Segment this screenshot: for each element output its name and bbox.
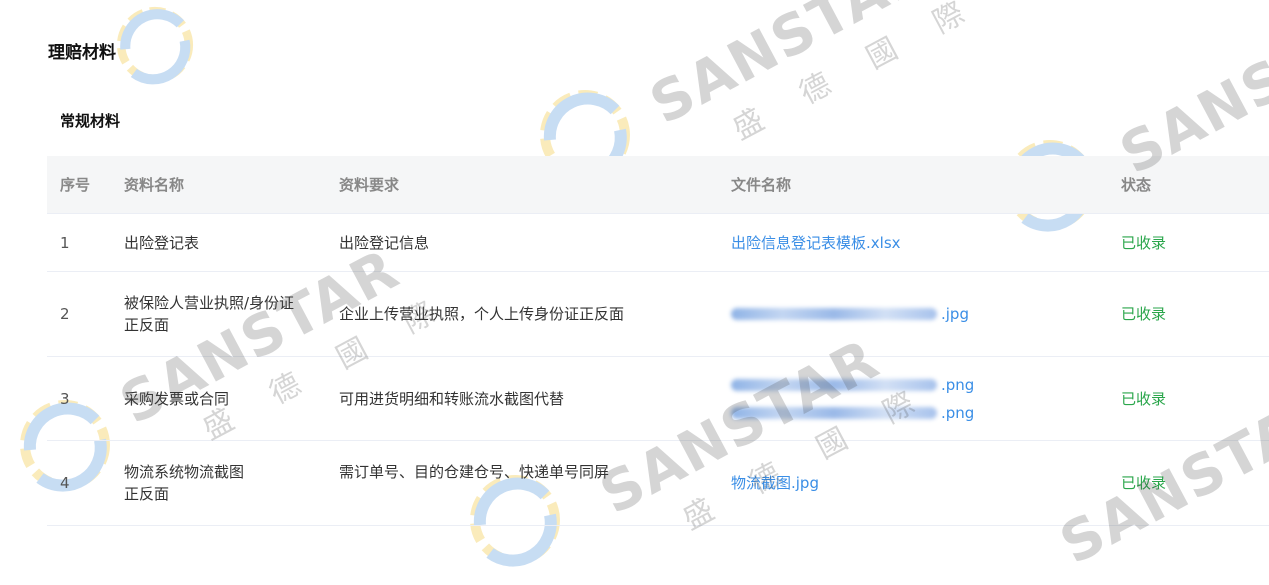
row-seq: 3 [60,389,70,408]
status-badge: 已收录 [1121,474,1167,492]
row-requirement: 企业上传营业执照，个人上传身份证正反面 [339,305,625,323]
redacted-filename [731,406,937,419]
sub-title: 常规材料 [60,112,121,130]
file-extension: .png [941,403,975,422]
table-row: 3 采购发票或合同 可用进货明细和转账流水截图代替 .png .png 已收录 [47,357,1269,441]
status-badge: 已收录 [1121,305,1167,323]
row-name-line: 被保险人营业执照/身份证 [124,294,295,312]
row-file: 物流截图.jpg [718,472,1108,494]
redacted-filename [731,378,937,391]
file-link[interactable]: .png [731,402,1108,424]
section-title: 理赔材料 [48,43,116,63]
header-seq: 序号 [60,175,91,194]
status-badge: 已收录 [1121,389,1167,408]
row-name-line: 正反面 [124,485,170,503]
row-name: 采购发票或合同 [111,388,326,410]
row-name-line: 出险登记表 [124,233,200,252]
row-name-line: 物流系统物流截图 [124,463,245,481]
row-name: 被保险人营业执照/身份证 正反面 [111,292,326,336]
watermark: SANSTAR 盛 德 國 際 [640,0,987,176]
table-row: 2 被保险人营业执照/身份证 正反面 企业上传营业执照，个人上传身份证正反面 .… [47,272,1269,357]
row-seq: 4 [60,474,70,492]
row-name: 出险登记表 [111,232,326,254]
watermark-cn: 盛 德 國 際 [727,0,987,148]
row-name-line: 采购发票或合同 [124,389,230,408]
row-requirement: 需订单号、目的仓建仓号、快递单号同屏 [326,461,718,505]
header-file: 文件名称 [731,175,792,194]
header-status: 状态 [1121,175,1152,194]
row-file: .jpg [718,303,1108,325]
row-file: .png .png [718,374,1108,424]
row-seq: 1 [60,233,70,252]
row-name-line: 正反面 [124,316,170,334]
file-link[interactable]: 物流截图.jpg [731,474,819,492]
materials-table: 序号 资料名称 资料要求 文件名称 状态 1 出险登记表 出险登记信息 出险信息… [47,156,1269,526]
redacted-filename [731,308,937,320]
file-link[interactable]: .png [731,374,1108,396]
row-name: 物流系统物流截图 正反面 [111,461,326,505]
watermark-brand: SANSTAR [640,0,940,138]
row-requirement: 可用进货明细和转账流水截图代替 [339,389,565,408]
table-header: 序号 资料名称 资料要求 文件名称 状态 [47,156,1269,214]
sanstar-logo-icon [116,6,194,85]
file-extension: .png [941,375,975,394]
row-seq: 2 [60,305,70,323]
row-file: 出险信息登记表模板.xlsx [718,232,1108,254]
table-row: 1 出险登记表 出险登记信息 出险信息登记表模板.xlsx 已收录 [47,214,1269,272]
table-row: 4 物流系统物流截图 正反面 需订单号、目的仓建仓号、快递单号同屏 物流截图.j… [47,441,1269,526]
file-link[interactable]: 出险信息登记表模板.xlsx [731,234,901,252]
row-requirement: 出险登记信息 [339,233,430,252]
header-requirement: 资料要求 [339,175,400,194]
file-link[interactable]: .jpg [731,303,1108,325]
header-name: 资料名称 [124,175,185,194]
row-requirement-line: 需订单号、目的仓建仓号、快递单号同屏 [339,463,610,481]
status-badge: 已收录 [1121,233,1167,252]
file-extension: .jpg [941,305,969,323]
